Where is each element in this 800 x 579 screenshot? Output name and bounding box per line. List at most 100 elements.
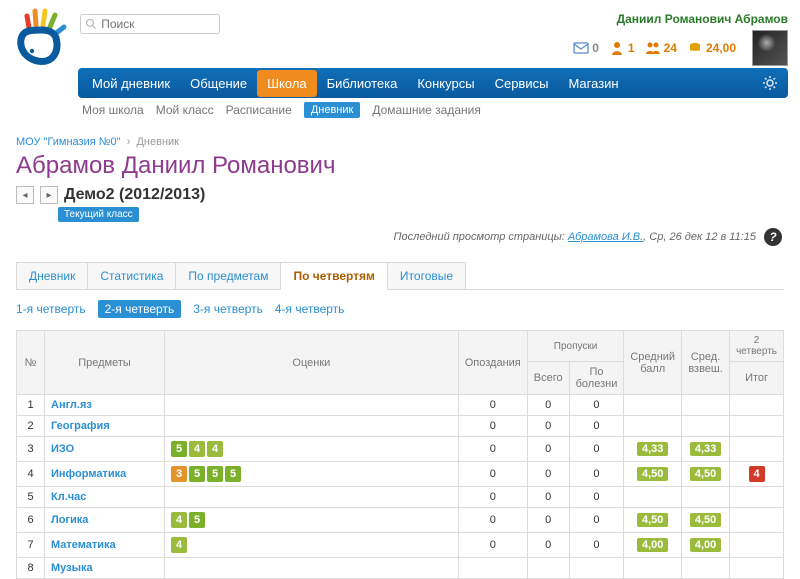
stat-people1[interactable]: 1 (609, 40, 635, 56)
subject-link[interactable]: Логика (51, 514, 88, 526)
subject-link[interactable]: Англ.яз (51, 399, 92, 411)
quarter-3[interactable]: 4-я четверть (275, 302, 345, 316)
subnav-Мой класс[interactable]: Мой класс (156, 103, 214, 117)
page-title: Абрамов Даниил Романович (16, 152, 784, 180)
mark: 5 (189, 512, 205, 528)
nav-Школа[interactable]: Школа (257, 70, 317, 97)
quarter-2[interactable]: 3-я четверть (193, 302, 263, 316)
stat-points[interactable]: 24,00 (687, 40, 736, 56)
cell-ill: 0 (569, 437, 624, 462)
breadcrumb-current: Дневник (136, 136, 179, 148)
table-row: 7Математика40004,004,00 (17, 533, 784, 558)
last-view-prefix: Последний просмотр страницы: (394, 231, 565, 243)
cell-abs: 0 (527, 437, 569, 462)
nav-Сервисы[interactable]: Сервисы (485, 70, 559, 97)
cell-wavg (682, 416, 730, 437)
nav-Библиотека[interactable]: Библиотека (317, 70, 408, 97)
nav-Магазин[interactable]: Магазин (558, 70, 628, 97)
search-box[interactable] (80, 14, 220, 34)
wavg-badge: 4,50 (690, 513, 721, 527)
cell-ill: 0 (569, 487, 624, 508)
stat-mail[interactable]: 0 (573, 40, 599, 56)
search-icon (85, 17, 97, 31)
table-row: 6Логика450004,504,50 (17, 508, 784, 533)
subnav-Моя школа[interactable]: Моя школа (82, 103, 144, 117)
avg-badge: 4,00 (637, 538, 668, 552)
cell-marks: 544 (165, 437, 459, 462)
table-row: 5Кл.час000 (17, 487, 784, 508)
cell-avg: 4,50 (624, 462, 682, 487)
nav-Мой дневник[interactable]: Мой дневник (82, 70, 180, 97)
cell-marks: 4 (165, 533, 459, 558)
cell-late: 0 (458, 395, 527, 416)
th-avg: Средний балл (624, 331, 682, 395)
user-name[interactable]: Даниил Романович Абрамов (573, 12, 788, 26)
mark: 5 (207, 466, 223, 482)
stat-p1-value: 1 (628, 41, 635, 55)
cell-subject: ИЗО (45, 437, 165, 462)
th-num: № (17, 331, 45, 395)
subject-link[interactable]: Кл.час (51, 491, 86, 503)
nav-Общение[interactable]: Общение (180, 70, 257, 97)
cell-avg: 4,50 (624, 508, 682, 533)
cell-marks (165, 558, 459, 579)
subject-link[interactable]: Музыка (51, 562, 93, 574)
person-icon (609, 40, 625, 56)
cell-marks (165, 416, 459, 437)
tab-2[interactable]: По предметам (175, 262, 281, 289)
sub-nav: Моя школа Мой класс Расписание Дневник Домаш… (82, 102, 788, 118)
th-abs-ill: По болезни (569, 362, 624, 395)
table-row: 4Информатика35550004,504,504 (17, 462, 784, 487)
th-total-group: 2 четверть (730, 331, 784, 362)
avg-badge: 4,33 (637, 442, 668, 456)
last-view-user[interactable]: Абрамова И.В. (568, 231, 643, 243)
cell-subject: География (45, 416, 165, 437)
site-logo[interactable] (12, 8, 72, 68)
subject-link[interactable]: Математика (51, 539, 116, 551)
tab-3[interactable]: По четвертям (280, 262, 387, 290)
avg-badge: 4,50 (637, 467, 668, 481)
cell-num: 1 (17, 395, 45, 416)
cell-marks (165, 487, 459, 508)
nav-Конкурсы[interactable]: Конкурсы (407, 70, 484, 97)
breadcrumb-school[interactable]: МОУ "Гимназия №0" (16, 136, 121, 148)
subnav-Дневник[interactable]: Дневник (304, 102, 361, 118)
tab-0[interactable]: Дневник (16, 262, 88, 289)
quarter-0[interactable]: 1-я четверть (16, 302, 86, 316)
cell-ill: 0 (569, 395, 624, 416)
cell-ill: 0 (569, 462, 624, 487)
cell-abs: 0 (527, 508, 569, 533)
cell-avg: 4,00 (624, 533, 682, 558)
avatar[interactable] (752, 30, 788, 66)
cell-abs: 0 (527, 462, 569, 487)
quarter-1[interactable]: 2-я четверть (98, 300, 182, 318)
subnav-Расписание[interactable]: Расписание (226, 103, 292, 117)
mark: 4 (171, 537, 187, 553)
cell-abs: 0 (527, 395, 569, 416)
next-class-button[interactable]: ▸ (40, 186, 58, 204)
subject-link[interactable]: География (51, 420, 110, 432)
tab-4[interactable]: Итоговые (387, 262, 466, 289)
cell-avg (624, 487, 682, 508)
wavg-badge: 4,50 (690, 467, 721, 481)
cell-subject: Кл.час (45, 487, 165, 508)
avg-badge: 4,50 (637, 513, 668, 527)
tab-1[interactable]: Статистика (87, 262, 176, 289)
mark: 4 (171, 512, 187, 528)
subnav-Домашние задания[interactable]: Домашние задания (372, 103, 481, 117)
prev-class-button[interactable]: ◂ (16, 186, 34, 204)
help-icon[interactable]: ? (762, 226, 784, 248)
search-input[interactable] (101, 17, 215, 31)
wavg-badge: 4,33 (690, 442, 721, 456)
gear-icon[interactable] (762, 75, 778, 91)
stat-p2-value: 24 (664, 41, 677, 55)
table-row: 2География000 (17, 416, 784, 437)
cell-num: 6 (17, 508, 45, 533)
stat-people2[interactable]: 24 (645, 40, 677, 56)
subject-link[interactable]: ИЗО (51, 443, 74, 455)
th-wavg: Сред. взвеш. (682, 331, 730, 395)
subject-link[interactable]: Информатика (51, 468, 126, 480)
cell-num: 7 (17, 533, 45, 558)
wavg-badge: 4,00 (690, 538, 721, 552)
th-total: Итог (730, 362, 784, 395)
